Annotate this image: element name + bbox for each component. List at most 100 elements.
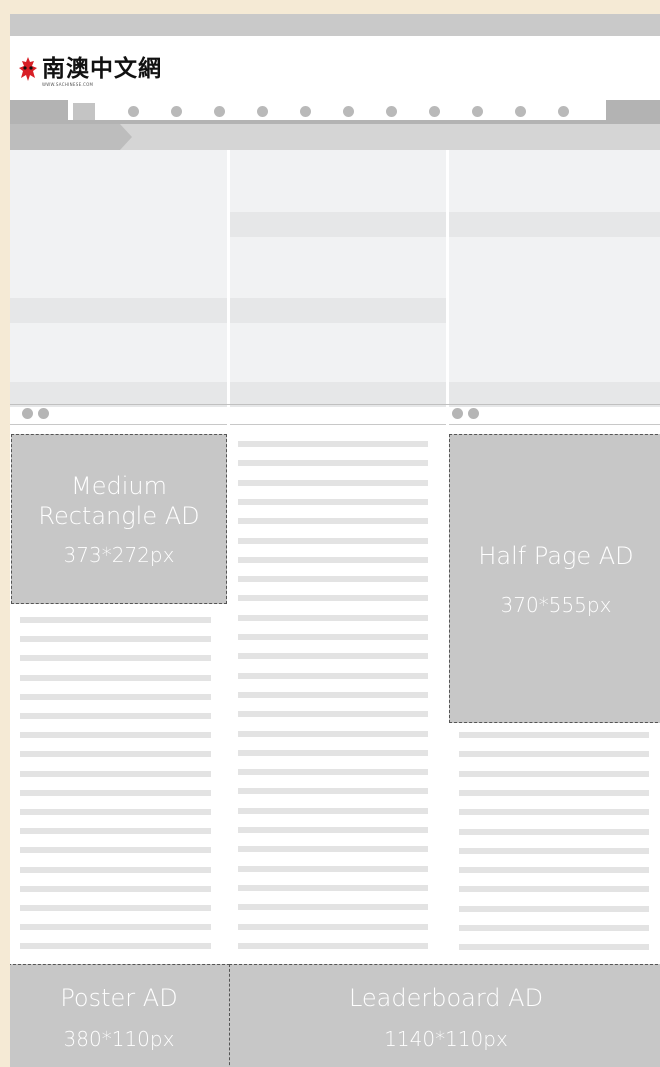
placeholder-line: [238, 691, 428, 698]
panel-stripe: [230, 298, 446, 323]
placeholder-line: [459, 847, 649, 854]
ad-title: Half Page AD: [478, 541, 634, 570]
placeholder-line: [20, 693, 211, 700]
placeholder-line: [20, 655, 211, 662]
logo-mark-icon: [18, 56, 38, 82]
ad-title: Poster AD: [60, 984, 178, 1012]
main-nav-bar: [10, 100, 660, 124]
placeholder-line: [238, 672, 428, 679]
placeholder-line: [20, 924, 211, 931]
leaderboard-ad[interactable]: Leaderboard AD 1140*110px: [229, 964, 660, 1067]
content-panel-right: [449, 150, 660, 407]
placeholder-line: [238, 846, 428, 853]
nav-item[interactable]: [386, 106, 397, 117]
ad-size: 1140*110px: [384, 1027, 508, 1051]
logo-text: 南澳中文網: [42, 55, 162, 82]
panel-stripe: [449, 212, 660, 237]
nav-item[interactable]: [343, 106, 354, 117]
panel-stripe: [230, 212, 446, 237]
pager-dot[interactable]: [22, 408, 33, 419]
content-panel-middle: [230, 150, 446, 407]
nav-item[interactable]: [300, 106, 311, 117]
placeholder-line: [238, 634, 428, 640]
nav-item[interactable]: [515, 106, 526, 117]
placeholder-line: [459, 732, 649, 738]
placeholder-line: [238, 807, 428, 814]
placeholder-line: [238, 769, 428, 776]
placeholder-line: [238, 595, 428, 602]
placeholder-line: [20, 943, 211, 950]
placeholder-line: [459, 770, 649, 777]
content-panel-left: [10, 150, 227, 407]
placeholder-line: [20, 789, 211, 796]
placeholder-line: [20, 885, 211, 892]
placeholder-line: [459, 925, 649, 931]
pager-dot[interactable]: [452, 408, 463, 419]
placeholder-line: [459, 828, 649, 835]
placeholder-line: [459, 789, 649, 796]
page-mockup: 南澳中文網 WWW.SACHINESE.COM Medium Rectangle…: [10, 14, 660, 1067]
nav-item[interactable]: [558, 106, 569, 117]
section-divider: [10, 404, 660, 405]
medium-rectangle-ad[interactable]: Medium Rectangle AD 373*272px: [11, 434, 227, 604]
placeholder-line: [238, 942, 428, 949]
placeholder-line: [238, 749, 428, 756]
nav-item[interactable]: [128, 106, 139, 117]
sub-nav-arrow-shape: [120, 124, 132, 150]
nav-item[interactable]: [429, 106, 440, 117]
placeholder-line: [459, 809, 649, 816]
placeholder-line: [20, 732, 211, 739]
sub-nav-active-tab[interactable]: [10, 124, 120, 150]
pager-dot[interactable]: [38, 408, 49, 419]
sub-nav-bar: [10, 124, 660, 150]
placeholder-line: [459, 944, 649, 951]
placeholder-line: [20, 847, 211, 854]
placeholder-line: [238, 441, 428, 447]
placeholder-line: [238, 614, 428, 621]
poster-ad[interactable]: Poster AD 380*110px: [10, 964, 230, 1067]
placeholder-line: [459, 886, 649, 893]
site-logo[interactable]: 南澳中文網 WWW.SACHINESE.COM: [18, 52, 162, 87]
placeholder-line: [238, 653, 428, 660]
placeholder-line: [238, 518, 428, 525]
placeholder-line: [238, 537, 428, 544]
placeholder-line: [238, 884, 428, 891]
pager-dot[interactable]: [468, 408, 479, 419]
ad-title: Medium Rectangle AD: [38, 472, 200, 530]
placeholder-line: [459, 867, 649, 874]
placeholder-line: [20, 828, 211, 835]
placeholder-line: [238, 865, 428, 872]
half-page-ad[interactable]: Half Page AD 370*555px: [449, 434, 660, 723]
placeholder-line: [238, 923, 428, 930]
placeholder-line: [238, 711, 428, 718]
placeholder-line: [238, 576, 428, 583]
column-divider: [449, 424, 660, 425]
logo-subtext: WWW.SACHINESE.COM: [42, 82, 94, 87]
panel-stripe: [10, 298, 227, 323]
placeholder-line: [459, 905, 649, 912]
ad-size: 373*272px: [63, 543, 175, 567]
placeholder-line: [238, 479, 428, 486]
placeholder-line: [238, 460, 428, 467]
placeholder-line: [20, 713, 211, 719]
placeholder-line: [238, 730, 428, 737]
nav-item[interactable]: [171, 106, 182, 117]
placeholder-line: [238, 556, 428, 563]
placeholder-line: [238, 788, 428, 795]
placeholder-line: [20, 636, 211, 643]
nav-item[interactable]: [214, 106, 225, 117]
browser-top-bar: [10, 14, 660, 36]
placeholder-line: [20, 866, 211, 873]
nav-item[interactable]: [472, 106, 483, 117]
nav-item[interactable]: [257, 106, 268, 117]
column-divider: [10, 424, 227, 425]
nav-menu: [68, 100, 606, 120]
ad-title: Leaderboard AD: [348, 984, 544, 1012]
placeholder-line: [20, 770, 211, 777]
nav-home-item[interactable]: [73, 103, 95, 120]
ad-size: 370*555px: [500, 592, 612, 617]
placeholder-line: [20, 751, 211, 758]
column-divider: [230, 424, 446, 425]
placeholder-line: [459, 751, 649, 758]
placeholder-line: [238, 498, 428, 505]
